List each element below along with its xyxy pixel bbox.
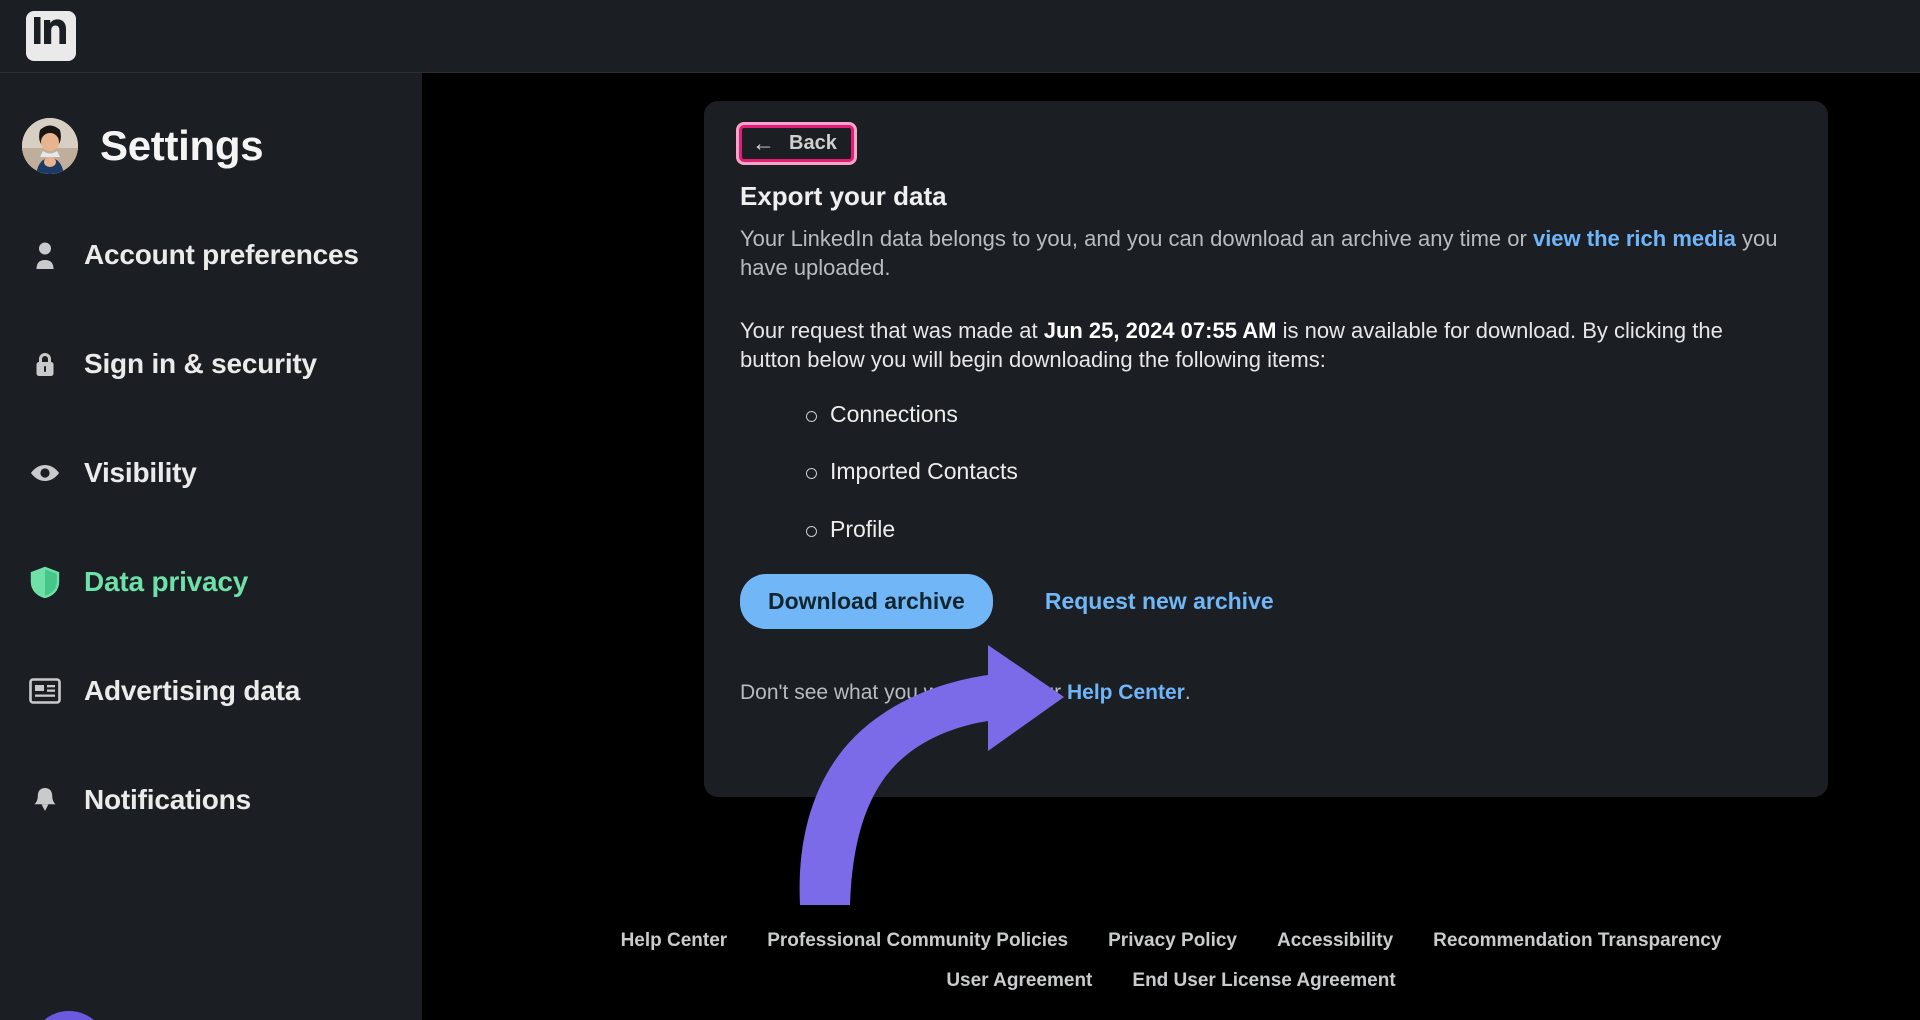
help-suffix-text: . xyxy=(1184,681,1191,705)
request-new-archive-button[interactable]: Request new archive xyxy=(1045,588,1274,615)
card-action-row: Download archive Request new archive xyxy=(740,574,1784,630)
bell-icon xyxy=(28,783,62,817)
help-center-link[interactable]: Help Center xyxy=(1067,681,1185,704)
card-heading: Export your data xyxy=(740,181,947,211)
description-text-part1: Your LinkedIn data belongs to you, and y… xyxy=(740,226,1533,251)
sidebar-item-advertising-data[interactable]: Advertising data xyxy=(0,664,422,718)
lock-icon xyxy=(28,347,62,381)
settings-sidebar: Settings Account preferences Sign in & s… xyxy=(0,73,422,1020)
page-footer: Help Center Professional Community Polic… xyxy=(422,930,1920,1010)
request-timestamp: Jun 25, 2024 07:55 AM xyxy=(1043,318,1277,344)
main-content: ← Back Export your data Your LinkedIn da… xyxy=(422,73,1920,1020)
assistant-fab-button[interactable] xyxy=(30,1011,108,1020)
person-icon xyxy=(28,238,62,272)
sidebar-nav: Account preferences Sign in & security V… xyxy=(0,228,422,882)
sidebar-item-label: Notifications xyxy=(84,784,251,815)
card-description: Your LinkedIn data belongs to you, and y… xyxy=(740,224,1784,282)
help-center-row: Don't see what you want? Visit our Help … xyxy=(740,681,1784,705)
footer-link-professional-community-policies[interactable]: Professional Community Policies xyxy=(767,930,1068,952)
download-archive-button[interactable]: Download archive xyxy=(740,574,993,630)
footer-link-end-user-license-agreement[interactable]: End User License Agreement xyxy=(1132,970,1395,992)
ad-card-icon xyxy=(28,674,62,708)
list-item: Imported Contacts xyxy=(806,459,1784,484)
sidebar-item-label: Sign in & security xyxy=(84,348,317,379)
footer-link-privacy-policy[interactable]: Privacy Policy xyxy=(1108,930,1237,952)
linkedin-settings-page: Settings Account preferences Sign in & s… xyxy=(0,0,1920,1020)
list-item: Connections xyxy=(806,401,1784,427)
sidebar-item-data-privacy[interactable]: Data privacy xyxy=(0,555,422,609)
footer-link-accessibility[interactable]: Accessibility xyxy=(1277,930,1393,952)
footer-link-user-agreement[interactable]: User Agreement xyxy=(946,970,1092,992)
sidebar-header: Settings xyxy=(22,118,264,174)
sidebar-item-account-preferences[interactable]: Account preferences xyxy=(0,228,422,282)
back-button-label: Back xyxy=(789,132,837,154)
eye-icon xyxy=(28,456,62,490)
list-item: Profile xyxy=(806,516,1784,542)
sidebar-item-label: Data privacy xyxy=(84,566,249,597)
export-items-list: Connections Imported Contacts Profile xyxy=(806,401,1784,542)
linkedin-logo-icon[interactable] xyxy=(26,11,76,61)
floating-assistant-widget xyxy=(10,1011,108,1020)
footer-row-1: Help Center Professional Community Polic… xyxy=(422,930,1920,952)
request-status-paragraph: Your request that was made at Jun 25, 20… xyxy=(740,316,1784,374)
view-rich-media-link[interactable]: view the rich media xyxy=(1533,226,1736,251)
arrow-left-icon: ← xyxy=(752,130,775,156)
top-navigation-bar xyxy=(0,0,1920,73)
sidebar-item-notifications[interactable]: Notifications xyxy=(0,773,422,827)
sidebar-item-label: Visibility xyxy=(84,457,197,488)
sidebar-item-label: Advertising data xyxy=(84,675,301,706)
sidebar-item-label: Account preferences xyxy=(84,239,359,270)
footer-link-recommendation-transparency[interactable]: Recommendation Transparency xyxy=(1433,930,1721,952)
shield-icon xyxy=(28,565,62,599)
avatar[interactable] xyxy=(22,118,78,174)
request-text-part1: Your request that was made at xyxy=(740,318,1044,344)
footer-row-2: User Agreement End User License Agreemen… xyxy=(422,970,1920,992)
sidebar-item-sign-in-security[interactable]: Sign in & security xyxy=(0,337,422,391)
back-button[interactable]: ← Back xyxy=(739,125,854,162)
footer-link-help-center[interactable]: Help Center xyxy=(621,930,728,952)
page-title: Settings xyxy=(100,122,264,169)
sidebar-item-visibility[interactable]: Visibility xyxy=(0,446,422,500)
export-data-card: ← Back Export your data Your LinkedIn da… xyxy=(704,101,1828,797)
help-prefix-text: Don't see what you want? Visit our xyxy=(740,681,1067,705)
